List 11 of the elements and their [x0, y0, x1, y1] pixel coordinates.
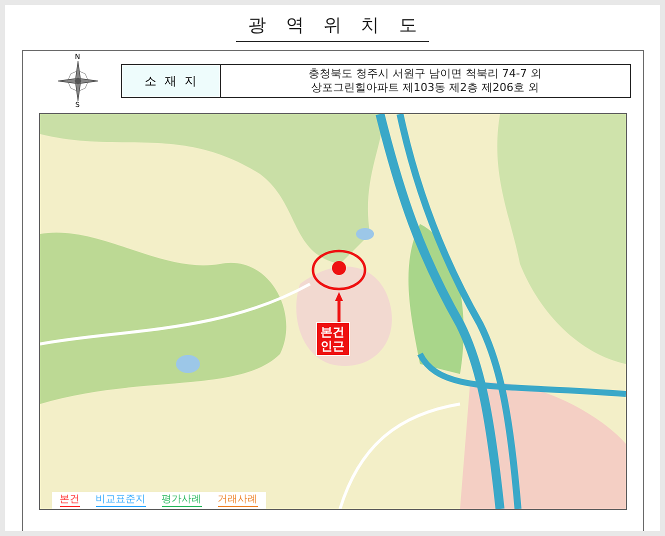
address-text: 충청북도 청주시 서원구 남이면 척북리 74-7 외 [308, 67, 542, 81]
location-label: 소 재 지 [122, 65, 220, 97]
legend-item: 거래사례 [218, 494, 258, 507]
document-title: 광 역 위 치 도 [236, 13, 429, 42]
marker-text: 인근 [320, 339, 344, 353]
compass-rose-icon [58, 61, 98, 101]
marker-text: 본건 [320, 325, 344, 339]
legend-item: 평가사례 [162, 494, 202, 507]
legend-item: 비교표준지 [96, 494, 146, 507]
address-text: 상포그린힐아파트 제103동 제2층 제206호 외 [311, 81, 539, 95]
legend-item: 본건 [60, 494, 80, 507]
